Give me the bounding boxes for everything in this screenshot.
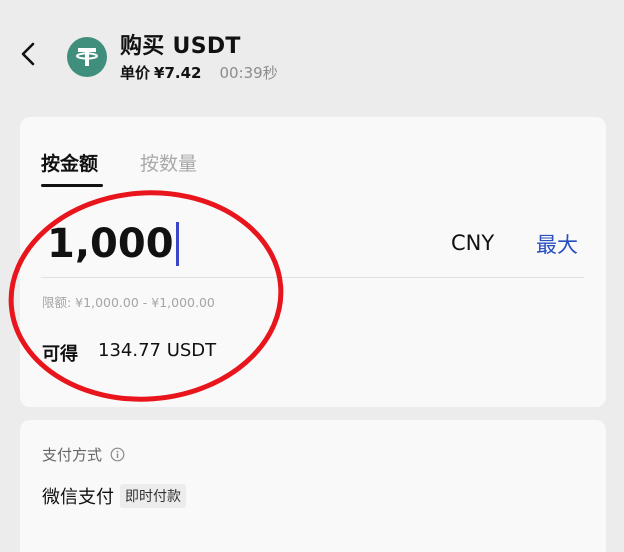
tab-by-quantity[interactable]: 按数量: [140, 149, 197, 176]
info-icon[interactable]: [110, 447, 125, 462]
limit-text: 限额: ¥1,000.00 - ¥1,000.00: [42, 295, 215, 310]
amount-value: 1,000: [47, 221, 174, 267]
input-divider: [41, 277, 584, 278]
price-row: 单价 ¥7.42 00:39秒: [120, 62, 278, 83]
payment-method-title: 支付方式: [42, 446, 103, 464]
payment-method-name: 微信支付: [42, 487, 114, 508]
payment-method-row[interactable]: 微信支付 即时付款: [42, 483, 186, 509]
chevron-left-icon: [21, 42, 35, 66]
unit-price-value: ¥7.42: [154, 63, 202, 82]
payment-card: 支付方式 微信支付 即时付款: [20, 420, 606, 552]
header: 购买 USDT 单价 ¥7.42 00:39秒: [0, 0, 624, 110]
text-caret: [175, 222, 179, 266]
tether-logo-icon: [67, 37, 107, 77]
back-button[interactable]: [14, 38, 42, 70]
currency-label: CNY: [451, 231, 495, 255]
max-button[interactable]: 最大: [536, 229, 578, 259]
amount-card: 按金额 按数量 1,000 CNY 最大 限额: ¥1,000.00 - ¥1,…: [20, 117, 606, 407]
tab-by-amount[interactable]: 按金额: [41, 149, 98, 176]
receive-value: 134.77 USDT: [98, 340, 217, 361]
countdown-timer: 00:39秒: [219, 64, 278, 82]
receive-label: 可得: [42, 344, 78, 365]
payment-method-title-row: 支付方式: [42, 444, 125, 465]
page-title: 购买 USDT: [120, 34, 241, 59]
amount-input[interactable]: 1,000: [47, 217, 179, 271]
receive-row: 可得 134.77 USDT: [42, 340, 216, 366]
unit-price-label: 单价: [120, 64, 151, 82]
active-tab-indicator: [41, 184, 103, 187]
instant-payment-tag: 即时付款: [120, 484, 186, 508]
